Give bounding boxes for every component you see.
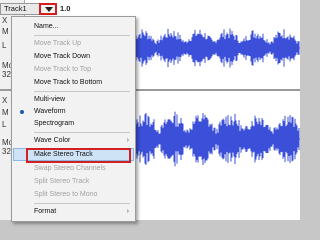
menu-item-split-stereo-to-mono[interactable]: Split Stereo to Mono xyxy=(12,189,135,201)
radio-selected-icon xyxy=(20,110,24,114)
menu-item-split-stereo-track[interactable]: Split Stereo Track xyxy=(12,176,135,188)
menu-item-label: Multi-view xyxy=(34,96,66,103)
track-context-menu: Name... Move Track Up Move Track Down Mo… xyxy=(11,16,136,222)
menu-item-label: Move Track to Top xyxy=(34,66,92,73)
track-2-waveform[interactable] xyxy=(135,109,300,169)
menu-item-label: Waveform xyxy=(34,108,66,115)
menu-item-label: Split Stereo to Mono xyxy=(34,191,98,198)
menu-separator xyxy=(34,91,130,92)
menu-item-move-track-to-bottom[interactable]: Move Track to Bottom xyxy=(12,77,135,89)
annotation-highlight-box xyxy=(26,148,131,163)
track-1-close-label[interactable]: X xyxy=(2,17,7,25)
menu-item-spectrogram[interactable]: Spectrogram xyxy=(12,118,135,130)
menu-item-move-track-to-top[interactable]: Move Track to Top xyxy=(12,64,135,76)
track-menu-dropdown-button[interactable] xyxy=(39,3,57,15)
dropdown-arrow-icon xyxy=(45,7,53,12)
menu-item-move-track-up[interactable]: Move Track Up xyxy=(12,38,135,50)
menu-item-label: Spectrogram xyxy=(34,120,75,127)
track-2-mute-label[interactable]: M xyxy=(2,109,9,117)
menu-item-label: Move Track Up xyxy=(34,40,82,47)
menu-item-move-track-down[interactable]: Move Track Down xyxy=(12,51,135,63)
menu-item-label: Wave Color xyxy=(34,137,71,144)
track-name-label: Track1 xyxy=(4,4,27,13)
track-1-pan-label: L xyxy=(2,41,7,50)
menu-item-label: Split Stereo Track xyxy=(34,178,90,185)
menu-item-label: Move Track Down xyxy=(34,53,91,60)
menu-item-format[interactable]: Format › xyxy=(12,206,135,218)
menu-item-multi-view[interactable]: Multi-view xyxy=(12,94,135,106)
menu-item-label: Move Track to Bottom xyxy=(34,79,103,86)
menu-item-waveform[interactable]: Waveform xyxy=(12,106,135,118)
track-2-close-label[interactable]: X xyxy=(2,97,7,105)
menu-separator xyxy=(34,132,130,133)
track-1-waveform[interactable] xyxy=(135,26,300,70)
submenu-arrow-icon: › xyxy=(126,208,129,215)
menu-item-swap-stereo-channels[interactable]: Swap Stereo Channels xyxy=(12,163,135,175)
menu-item-name[interactable]: Name... xyxy=(12,21,135,33)
menu-item-wave-color[interactable]: Wave Color › xyxy=(12,135,135,147)
menu-item-label: Swap Stereo Channels xyxy=(34,165,106,172)
vertical-scale-label: 1.0 xyxy=(60,4,71,13)
menu-item-label: Name... xyxy=(34,23,59,30)
menu-separator xyxy=(34,203,130,204)
track-2-pan-label: L xyxy=(2,120,7,129)
track-1-mute-label[interactable]: M xyxy=(2,28,9,36)
menu-separator xyxy=(34,35,130,36)
menu-item-label: Format xyxy=(34,208,57,215)
submenu-arrow-icon: › xyxy=(126,137,129,144)
